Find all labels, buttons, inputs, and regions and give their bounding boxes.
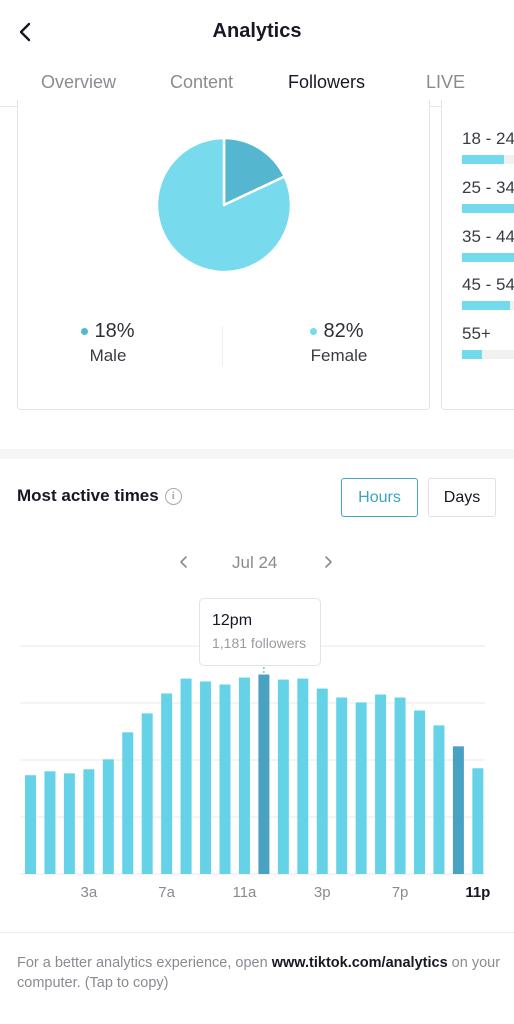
bar-5p <box>355 702 367 874</box>
x-tick-label: 3a <box>81 884 98 901</box>
age-row: 35 - 44 <box>462 227 514 262</box>
male-percent: 18% <box>94 320 135 342</box>
chevron-right-icon <box>325 556 332 568</box>
chart-tooltip: 12pm 1,181 followers <box>199 598 321 666</box>
male-label: Male <box>89 346 127 365</box>
bar-2p <box>297 678 309 874</box>
bar-3a <box>83 769 95 874</box>
bar-4a <box>102 759 114 874</box>
bar-6a <box>141 713 153 874</box>
female-legend-dot <box>310 328 318 335</box>
analytics-url[interactable]: www.tiktok.com/analytics <box>272 955 448 971</box>
age-bar-fill <box>462 253 514 262</box>
x-tick-label: 3p <box>314 884 331 901</box>
gender-divider <box>222 326 223 366</box>
x-tick-label: 11a <box>232 884 257 901</box>
section-title-text: Most active times <box>17 486 159 505</box>
bar-8a <box>180 678 192 874</box>
bar-5a <box>122 732 134 874</box>
bar-12p <box>258 674 270 874</box>
gender-pie-chart <box>156 137 292 273</box>
tab-content[interactable]: Content <box>170 72 233 93</box>
tooltip-value: 1,181 followers <box>212 635 307 651</box>
bar-7p <box>394 697 406 874</box>
female-label: Female <box>310 346 368 365</box>
age-bar-fill <box>462 204 514 213</box>
most-active-times-heading: Most active times i <box>17 486 182 506</box>
tab-followers[interactable]: Followers <box>288 72 365 93</box>
info-icon[interactable]: i <box>164 487 182 505</box>
bar-9p <box>433 725 445 874</box>
bar-11a <box>238 677 250 874</box>
bar-6p <box>375 694 387 874</box>
age-row: 45 - 54 <box>462 275 514 310</box>
age-bar-track <box>462 301 514 310</box>
footer-separator <box>0 932 514 933</box>
bar-4p <box>336 697 348 874</box>
bar-1p <box>277 679 289 874</box>
bar-11p <box>472 768 484 874</box>
male-legend-dot <box>81 328 89 335</box>
bar-10p <box>452 746 464 874</box>
hours-button[interactable]: Hours <box>341 478 418 517</box>
previous-date-button[interactable] <box>178 552 190 577</box>
tab-overview[interactable]: Overview <box>41 72 116 93</box>
age-bar-track <box>462 253 514 262</box>
bar-12a <box>25 775 36 874</box>
footer-text-before: For a better analytics experience, open <box>17 955 272 971</box>
bar-1a <box>44 771 56 874</box>
age-bar-fill <box>462 301 510 310</box>
age-label: 25 - 34 <box>462 178 514 197</box>
x-tick-label: 7a <box>158 884 175 901</box>
age-row: 25 - 34 <box>462 178 514 213</box>
section-separator <box>0 449 514 459</box>
chevron-left-icon <box>180 556 187 568</box>
days-button[interactable]: Days <box>428 478 496 517</box>
age-bar-track <box>462 155 514 164</box>
date-navigator: Jul 24 <box>0 552 514 572</box>
bar-9a <box>200 681 212 874</box>
age-label: 18 - 24 <box>462 129 514 148</box>
age-label: 45 - 54 <box>462 275 514 294</box>
age-label: 55+ <box>462 324 491 343</box>
desktop-analytics-hint[interactable]: For a better analytics experience, open … <box>17 953 507 993</box>
age-label: 35 - 44 <box>462 227 514 246</box>
male-stat: 18% Male <box>78 320 138 366</box>
bar-8p <box>414 710 425 874</box>
female-percent: 82% <box>323 320 364 342</box>
x-tick-label: 7p <box>392 884 409 901</box>
age-bar-fill <box>462 350 482 359</box>
next-date-button[interactable] <box>322 552 334 577</box>
page-title: Analytics <box>212 20 302 42</box>
tooltip-time: 12pm <box>212 612 253 629</box>
age-row: 55+ <box>462 324 514 359</box>
tab-live[interactable]: LIVE <box>426 72 465 93</box>
bar-10a <box>219 684 231 874</box>
age-row: 18 - 24 <box>462 129 514 164</box>
x-tick-label: 11p <box>465 884 490 901</box>
header: Analytics <box>0 0 514 64</box>
age-bar-track <box>462 204 514 213</box>
date-label: Jul 24 <box>232 553 278 572</box>
age-bar-track <box>462 350 514 359</box>
bar-2a <box>63 773 75 874</box>
age-bar-fill <box>462 155 504 164</box>
female-stat: 82% Female <box>304 320 370 366</box>
bar-7a <box>161 693 173 874</box>
bar-3p <box>316 688 328 874</box>
